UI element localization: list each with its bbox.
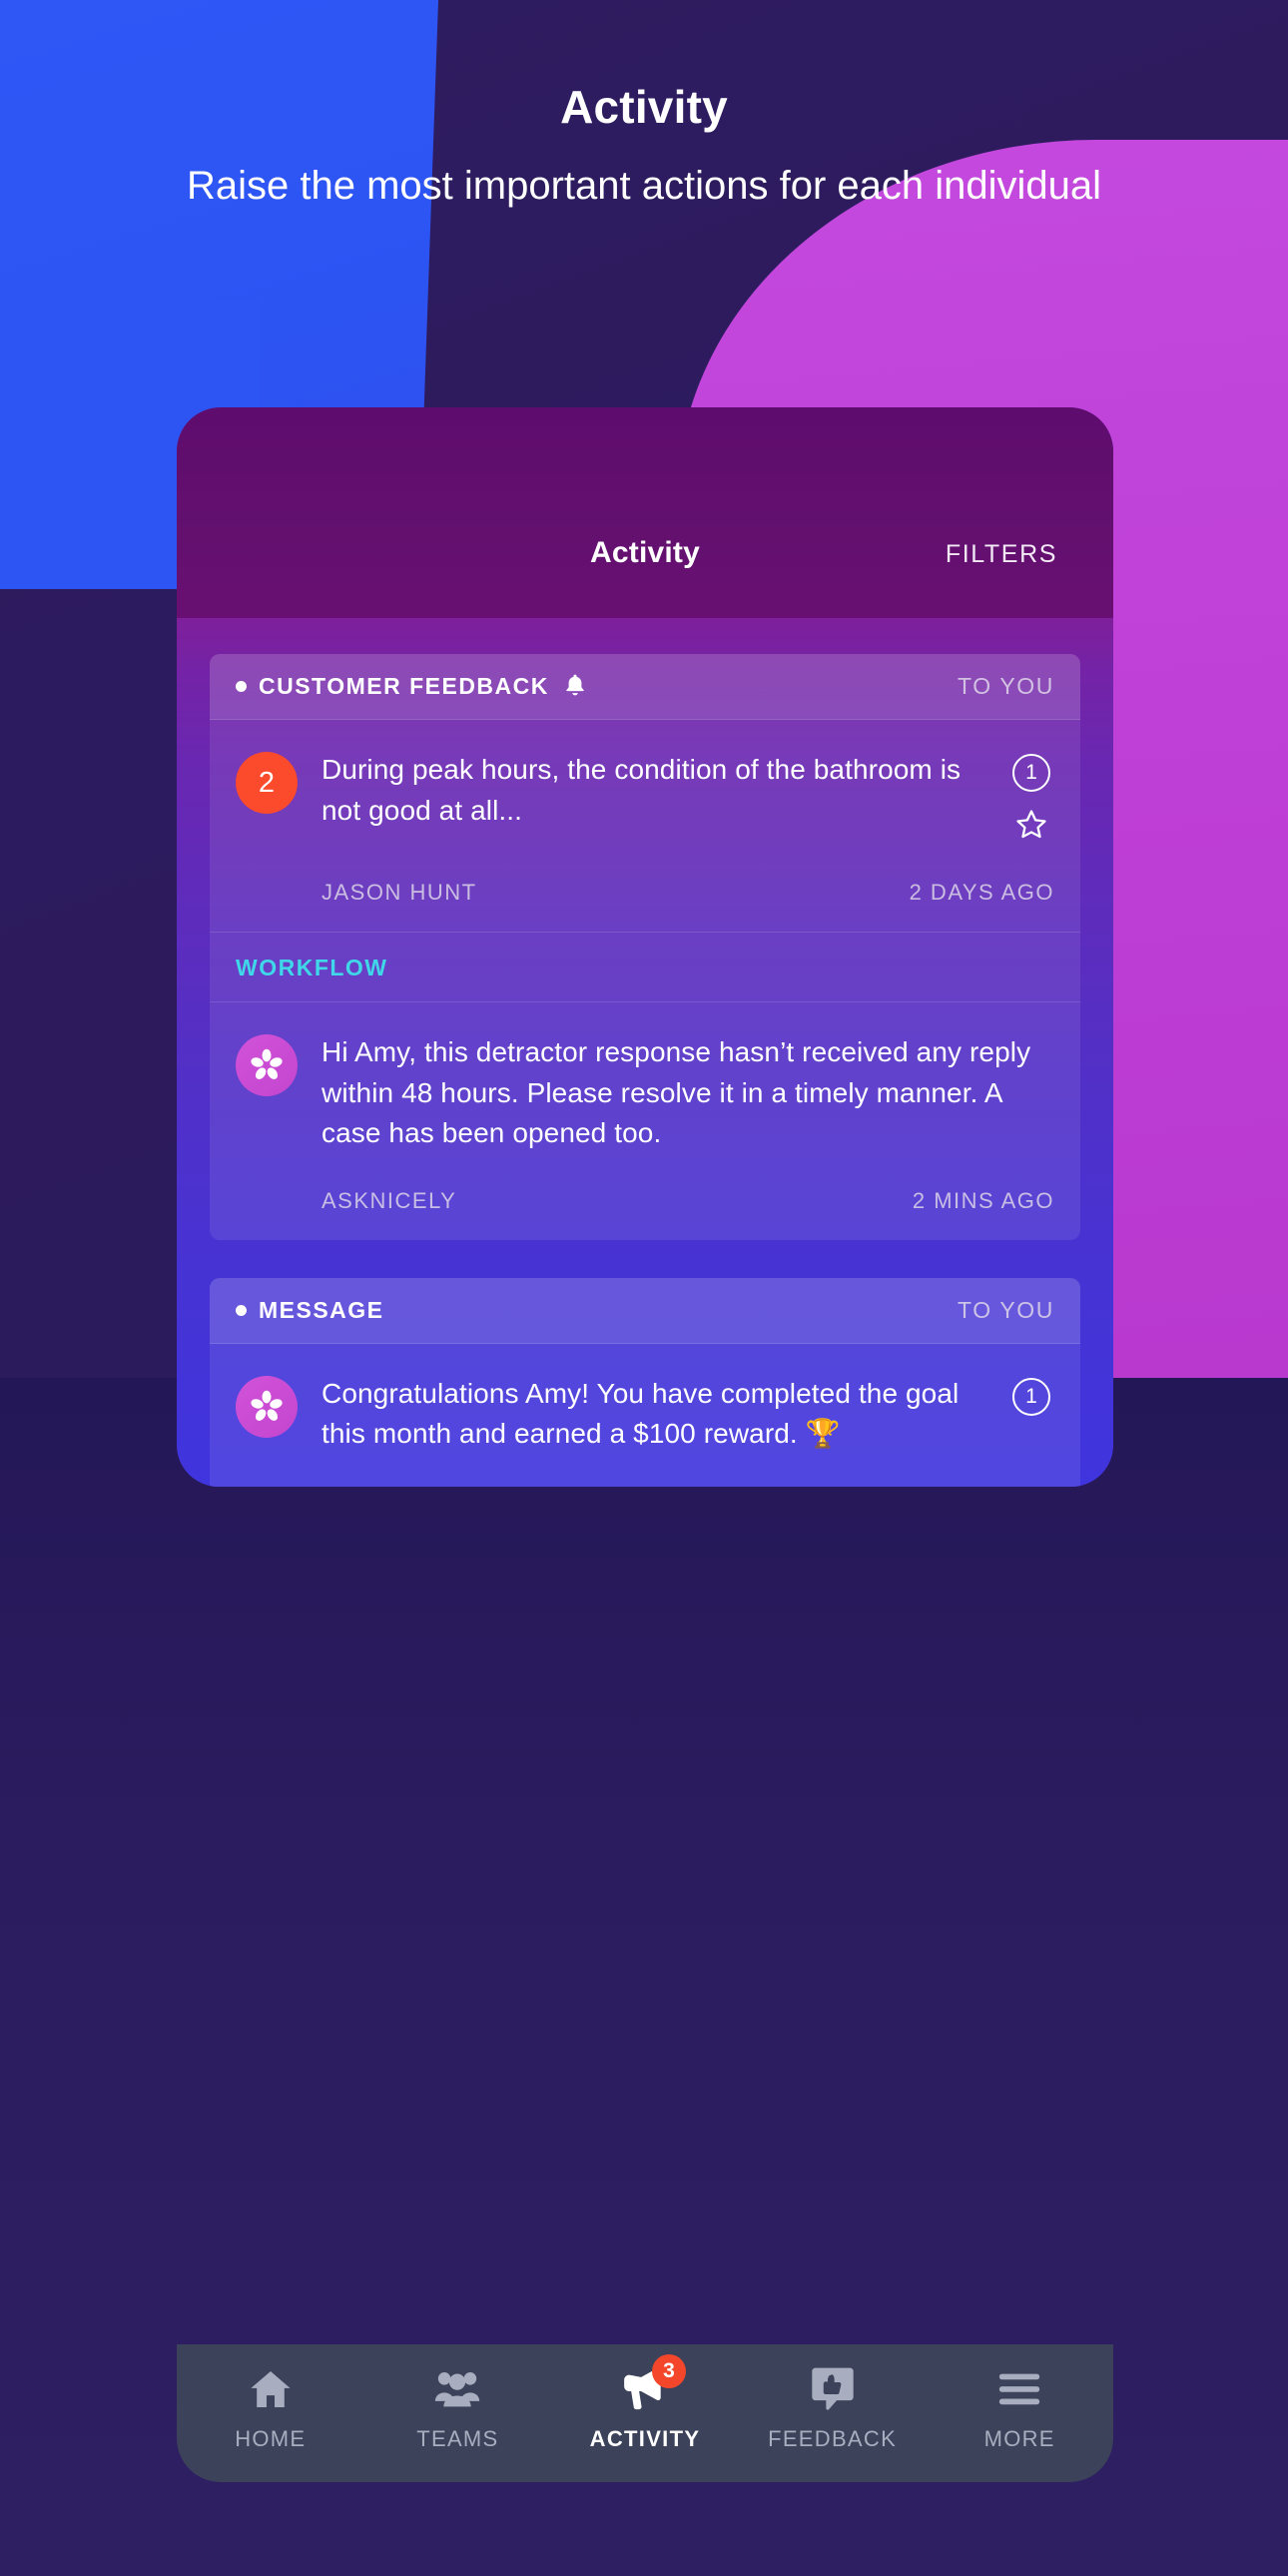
home-icon: [248, 2362, 294, 2416]
hero-title: Activity: [560, 81, 728, 133]
status-dot-icon: [236, 681, 247, 692]
hero-subtitle: Raise the most important actions for eac…: [186, 163, 1101, 208]
feedback-timestamp: 2 DAYS AGO: [909, 880, 1054, 905]
nav-item-more[interactable]: MORE: [926, 2362, 1113, 2452]
phone-mockup: Activity FILTERS CUSTOMER FEEDBACK TO YO…: [177, 407, 1113, 1487]
nav-item-feedback[interactable]: FEEDBACK: [739, 2362, 927, 2452]
workflow-timestamp: 2 MINS AGO: [912, 1187, 1054, 1213]
bell-icon: [565, 674, 585, 700]
page-root: Activity Raise the most important action…: [0, 0, 1288, 2576]
workflow-section-header: WORKFLOW: [210, 932, 1080, 1002]
card-header-label: MESSAGE: [259, 1296, 384, 1323]
workflow-body[interactable]: Hi Amy, this detractor response hasn’t r…: [210, 1002, 1080, 1240]
activity-feed[interactable]: CUSTOMER FEEDBACK TO YOU 2 During peak h…: [177, 618, 1113, 1487]
thumbs-up-icon: [810, 2362, 856, 2416]
workflow-label: WORKFLOW: [236, 955, 388, 980]
star-outline-icon[interactable]: [1014, 808, 1048, 846]
nav-label: TEAMS: [416, 2426, 499, 2451]
nav-label: ACTIVITY: [589, 2426, 701, 2451]
card-header: MESSAGE TO YOU: [210, 1277, 1080, 1344]
nav-label: HOME: [235, 2426, 307, 2451]
card-header-recipient: TO YOU: [958, 1296, 1054, 1323]
hamburger-icon: [997, 2362, 1041, 2416]
card-message[interactable]: MESSAGE TO YOU Congratulations Amy! You …: [210, 1277, 1080, 1487]
message-text: Congratulations Amy! You have completed …: [322, 1377, 960, 1450]
nav-item-activity[interactable]: 3 ACTIVITY: [551, 2354, 739, 2452]
filters-button[interactable]: FILTERS: [946, 540, 1057, 569]
status-dot-icon: [236, 1304, 247, 1316]
nav-item-home[interactable]: HOME: [177, 2362, 364, 2452]
bottom-navigation[interactable]: HOME TEAMS 3 ACTIVITY FEEDBACK MORE: [177, 2344, 1113, 2482]
comment-count-badge[interactable]: 1: [1012, 754, 1050, 792]
feedback-text: During peak hours, the condition of the …: [322, 754, 962, 826]
nps-score-badge: 2: [236, 752, 298, 814]
card-customer-feedback[interactable]: CUSTOMER FEEDBACK TO YOU 2 During peak h…: [210, 654, 1080, 1240]
nav-label: MORE: [983, 2426, 1055, 2451]
workflow-text: Hi Amy, this detractor response hasn’t r…: [322, 1036, 1031, 1149]
asknicely-flower-icon: [236, 1375, 298, 1438]
nav-item-teams[interactable]: TEAMS: [364, 2362, 552, 2452]
megaphone-icon: 3: [620, 2354, 686, 2416]
nav-label: FEEDBACK: [768, 2426, 898, 2451]
card-header-recipient: TO YOU: [958, 673, 1054, 699]
activity-badge-count: 3: [651, 2354, 686, 2388]
feedback-body[interactable]: 2 During peak hours, the condition of th…: [210, 720, 1080, 932]
hero-section: Activity Raise the most important action…: [0, 0, 1288, 213]
message-body[interactable]: Congratulations Amy! You have completed …: [210, 1344, 1080, 1487]
feedback-author: JASON HUNT: [322, 880, 477, 905]
app-header: Activity FILTERS: [177, 407, 1113, 618]
people-icon: [433, 2362, 481, 2416]
card-header-label: CUSTOMER FEEDBACK: [259, 673, 549, 699]
asknicely-flower-icon: [236, 1034, 298, 1096]
card-header: CUSTOMER FEEDBACK TO YOU: [210, 654, 1080, 720]
comment-count-badge[interactable]: 1: [1012, 1377, 1050, 1416]
workflow-author: ASKNICELY: [322, 1187, 457, 1213]
